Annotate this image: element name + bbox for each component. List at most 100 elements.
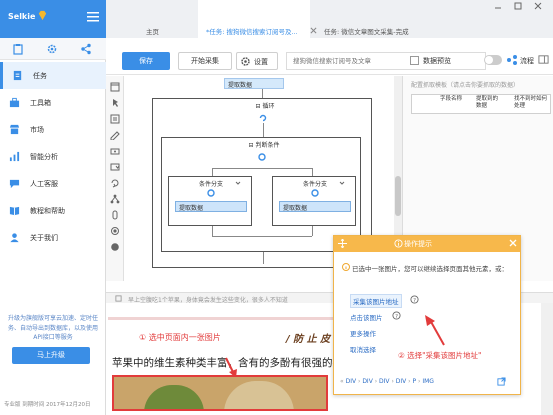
click-image-option[interactable]: 点击该图片 <box>350 312 383 322</box>
popup-title: 操作提示 <box>404 240 432 248</box>
path-segment[interactable]: DIV <box>346 378 357 385</box>
sidebar-item-toolbox[interactable]: 工具箱 <box>0 89 106 116</box>
clipboard-icon[interactable] <box>12 43 24 55</box>
branch-right[interactable]: 条件分支 提取数据 <box>272 176 356 226</box>
branch-left-label: 条件分支 <box>198 181 223 188</box>
service-icon <box>9 179 20 189</box>
external-link-icon[interactable] <box>497 377 506 386</box>
flow-icon[interactable] <box>506 54 518 66</box>
cancel-selection-option[interactable]: 取消选择 <box>350 344 376 354</box>
flow-node-extract-left[interactable]: 提取数据 <box>175 201 247 212</box>
condition-icon[interactable] <box>110 194 120 204</box>
branch-left[interactable]: 条件分支 提取数据 <box>168 176 252 226</box>
click-icon[interactable] <box>110 98 120 108</box>
sidebar-item-analysis[interactable]: 智能分析 <box>0 143 106 170</box>
mouse-hover-icon[interactable] <box>110 210 120 220</box>
vip-diamond-icon <box>38 10 47 21</box>
element-path: « DIV › DIV › DIV › DIV › P › IMG <box>340 378 434 385</box>
sidebar-item-label: 工具箱 <box>30 99 51 107</box>
path-segment[interactable]: DIV <box>362 378 373 385</box>
page-scrollbar[interactable] <box>541 303 553 415</box>
branch-title: 判断条件 <box>255 142 280 149</box>
field-column-header: 找不到时如何处理 <box>514 96 548 109</box>
selected-page-image[interactable] <box>112 375 328 411</box>
flow-tool-strip <box>106 76 124 281</box>
minimize-icon[interactable] <box>494 2 502 10</box>
loop-toggle-icon[interactable]: ⊟ <box>256 103 261 110</box>
canvas-scroll-thumb[interactable] <box>395 176 401 216</box>
field-panel-hint: 配置抓取模板（请点击你要抓取的数据） <box>411 82 520 89</box>
open-page-icon[interactable] <box>110 82 120 92</box>
brand-name: Selkie <box>8 12 36 21</box>
settings-label: 设置 <box>254 58 268 66</box>
loop-icon[interactable] <box>110 178 120 188</box>
path-segment[interactable]: DIV <box>396 378 407 385</box>
popup-header: 操作提示 <box>334 236 520 252</box>
maximize-icon[interactable] <box>514 2 522 10</box>
tab-task-wechat[interactable]: 任务: 微信文章图文采集-完成 <box>320 0 430 38</box>
more-actions-option[interactable]: 更多操作 <box>350 328 376 338</box>
sidebar-item-label: 人工客服 <box>30 180 58 188</box>
sidebar-item-label: 任务 <box>33 72 47 80</box>
data-preview-label: 数据预览 <box>423 57 451 65</box>
gear-icon[interactable] <box>46 43 58 55</box>
input-text-icon[interactable] <box>110 130 120 140</box>
preview-toggle[interactable] <box>484 55 502 65</box>
chevron-icon[interactable] <box>339 180 345 186</box>
toolbox-icon <box>9 97 20 108</box>
path-segment[interactable]: IMG <box>422 378 434 385</box>
close-tab-icon[interactable] <box>310 27 317 34</box>
stop-icon[interactable] <box>110 242 120 252</box>
tab-task-sogou[interactable]: *任务: 搜狗微信搜索订阅号及... <box>198 0 310 38</box>
field-table: 字段名称 提取到的数据 找不到时如何处理 <box>411 94 551 114</box>
sidebar-item-task[interactable]: 任务 <box>0 62 106 89</box>
move-icon[interactable] <box>338 239 347 248</box>
analysis-icon <box>9 151 20 162</box>
captcha-icon[interactable] <box>110 146 120 156</box>
help-icon[interactable]: ? <box>410 295 419 304</box>
field-column-header: 提取到的数据 <box>476 96 499 109</box>
start-collect-button[interactable]: 开始采集 <box>178 52 232 70</box>
person-icon <box>10 233 19 243</box>
collect-image-url-option[interactable]: 采集该图片地址 <box>350 294 402 308</box>
data-preview-checkbox[interactable] <box>410 56 419 65</box>
chevron-icon[interactable] <box>235 180 241 186</box>
settings-button[interactable]: 设置 <box>236 52 278 70</box>
share-icon[interactable] <box>80 43 92 55</box>
sidebar-item-service[interactable]: 人工客服 <box>0 170 106 197</box>
extract-data-icon[interactable] <box>110 114 120 124</box>
book-icon <box>9 206 20 216</box>
close-icon[interactable] <box>509 239 517 247</box>
sidebar-item-market[interactable]: 市场 <box>0 116 106 143</box>
close-window-icon[interactable] <box>534 2 542 10</box>
collapse-panel-icon[interactable] <box>538 54 549 65</box>
switch-dropdown-icon[interactable] <box>110 162 120 172</box>
end-icon[interactable] <box>110 226 120 236</box>
path-segment[interactable]: DIV <box>379 378 390 385</box>
branch-right-label: 条件分支 <box>302 181 327 188</box>
sidebar-tool-row <box>0 38 106 60</box>
task-name-input[interactable] <box>286 52 486 70</box>
branch-toggle-icon[interactable]: ⊟ <box>249 142 254 149</box>
document-icon <box>13 70 22 81</box>
upgrade-promo-text: 升级为旗舰版可享云加速、定时任务、自动导出到数据库，以及使用API接口等服务 <box>7 315 98 341</box>
upgrade-button[interactable]: 马上升级 <box>12 347 90 364</box>
help-icon[interactable]: ? <box>392 311 401 320</box>
save-button[interactable]: 保存 <box>122 52 170 70</box>
branch-label: ⊟ 判断条件 <box>232 140 296 149</box>
brand-bar: Selkie <box>0 0 106 38</box>
sidebar-item-label: 教程和帮助 <box>30 207 65 215</box>
flow-node-extract-top[interactable]: 提取数据 <box>224 78 284 89</box>
tab-bar: 主页 *任务: 搜狗微信搜索订阅号及... 任务: 微信文章图文采集-完成 <box>106 0 553 38</box>
branch-frame[interactable]: ⊟ 判断条件 条件分支 提取数据 条件分支 提取数据 <box>161 137 361 252</box>
flow-node-extract-right[interactable]: 提取数据 <box>279 201 351 212</box>
popup-message: 已选中一张图片，您可以继续选择页面其他元素，或： <box>352 265 508 273</box>
tab-home[interactable]: 主页 <box>146 0 186 38</box>
page-divider <box>108 317 333 320</box>
sidebar-item-help[interactable]: 教程和帮助 <box>0 197 106 224</box>
sidebar: Selkie 任务 工具箱 市场 智能分析 人工客服 教程和帮助 关于我们 升级… <box>0 0 106 415</box>
sidebar-item-about[interactable]: 关于我们 <box>0 224 106 251</box>
menu-icon[interactable] <box>87 12 99 22</box>
loop-arrow-icon <box>259 114 267 122</box>
loop-title: 循环 <box>262 103 275 110</box>
